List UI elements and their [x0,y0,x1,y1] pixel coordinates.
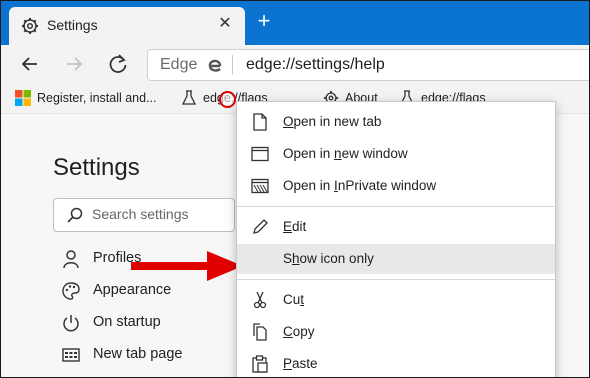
menu-item-paste[interactable]: Paste [237,349,555,377]
address-bar[interactable]: Edge edge://settings/help [147,49,589,81]
menu-label: Open in new window [283,146,408,161]
flask-icon [181,90,197,105]
search-placeholder: Search settings [92,206,189,222]
menu-item-edit[interactable]: Edit [237,212,555,242]
menu-label: Open in new tab [283,114,382,129]
menu-label: Cut [283,292,305,307]
menu-item-open-inprivate[interactable]: Open in InPrivate window [237,171,555,201]
palette-icon [62,282,80,300]
close-icon[interactable]: ✕ [215,14,235,34]
nav-item-appearance[interactable]: Appearance [61,280,231,302]
page-icon [253,113,267,131]
inprivate-icon [251,178,269,194]
menu-item-show-icon-only[interactable]: Show icon only [237,244,555,274]
scissors-icon [253,291,267,309]
new-tab-button[interactable]: + [253,10,275,33]
nav-item-on-startup[interactable]: On startup [61,312,231,334]
newtab-page-icon [62,348,80,362]
window-icon [251,146,269,162]
copy-icon [253,323,267,341]
microsoft-logo-icon [15,90,31,106]
menu-item-open-new-window[interactable]: Open in new window [237,139,555,169]
menu-label: Edit [283,219,307,234]
menu-divider [237,279,555,280]
menu-item-cut[interactable]: Cut [237,285,555,315]
menu-divider [237,206,555,207]
tab-title: Settings [47,17,98,33]
toolbar: Edge edge://settings/help [1,45,589,83]
menu-item-copy[interactable]: Copy [237,317,555,347]
address-brand: Edge [160,56,198,73]
nav-label: On startup [93,314,161,330]
nav-label: New tab page [93,346,183,362]
menu-label: Copy [283,324,315,339]
paste-icon [252,355,268,373]
power-icon [63,315,79,332]
gear-icon [22,18,38,34]
nav-label: Appearance [93,282,172,298]
person-icon [63,250,79,269]
browser-window: Settings ✕ + Edge edge://settings/help R… [0,0,590,378]
favorite-item[interactable]: Register, install and... [15,90,157,108]
address-url: edge://settings/help [246,56,385,73]
address-divider [232,55,233,75]
forward-arrow-icon[interactable] [61,51,87,77]
pencil-icon [253,219,268,234]
search-input[interactable]: Search settings [53,198,235,232]
refresh-icon[interactable] [105,51,131,77]
nav-item-new-tab-page[interactable]: New tab page [61,344,231,366]
menu-label: Show icon only [283,251,374,266]
page-title: Settings [53,154,140,181]
edge-logo-icon [208,59,222,72]
tab-settings[interactable]: Settings ✕ [9,7,245,45]
context-menu: Open in new tab Open in new window Open … [236,101,556,377]
menu-label: Open in InPrivate window [283,178,437,193]
annotation-arrow [131,251,243,281]
title-bar: Settings ✕ + [1,1,589,45]
search-icon [67,207,83,223]
menu-label: Paste [283,356,318,371]
favorite-label: Register, install and... [37,91,157,105]
annotation-circle [219,91,236,108]
back-arrow-icon[interactable] [17,51,43,77]
menu-item-open-new-tab[interactable]: Open in new tab [237,107,555,137]
